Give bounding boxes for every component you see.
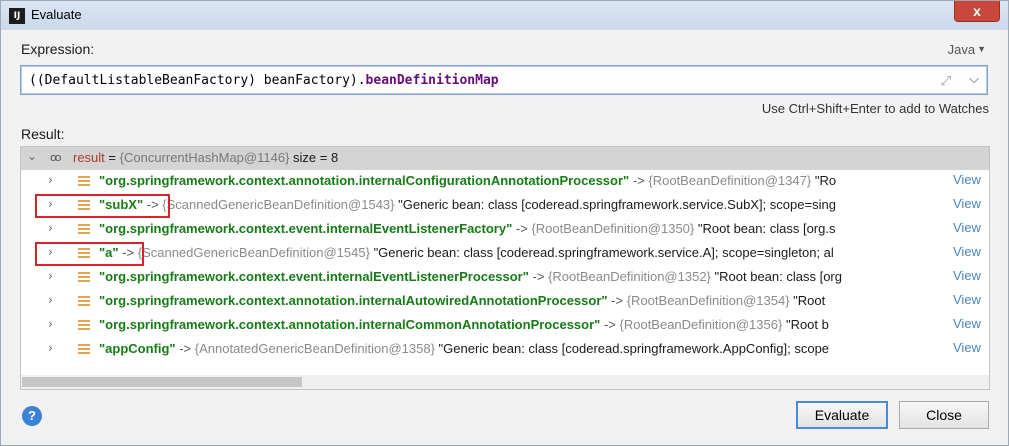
entry-key: "org.springframework.context.event.inter… [99,269,529,284]
view-link[interactable]: View [949,292,989,307]
map-entry-icon [78,272,90,283]
expression-label: Expression: [21,41,95,57]
highlight-box-a [35,242,144,266]
entry-key: "org.springframework.context.annotation.… [99,317,601,332]
result-root-text: result = {ConcurrentHashMap@1146} size =… [73,150,338,165]
view-link[interactable]: View [949,220,989,235]
title-bar[interactable]: IJ Evaluate x [1,1,1008,30]
entry-ref: {RootBeanDefinition@1354} [626,293,790,308]
entry-arrow: -> [603,317,616,332]
map-entry-row[interactable]: › "a" -> {ScannedGenericBeanDefinition@1… [21,242,989,266]
result-name: result [73,150,105,165]
add-to-watches-hint: Use Ctrl+Shift+Enter to add to Watches [761,101,989,116]
window-title: Evaluate [31,7,82,22]
entry-ref: {RootBeanDefinition@1347} [648,173,812,188]
entry-arrow: -> [179,341,192,356]
scrollbar-thumb[interactable] [22,377,302,387]
result-value: {ConcurrentHashMap@1146} [119,150,290,165]
result-tree[interactable]: ⌄ oo result = {ConcurrentHashMap@1146} s… [20,146,990,390]
view-link[interactable]: View [949,316,989,331]
result-eq: = [104,150,120,165]
expand-arrow-icon[interactable]: › [48,221,60,235]
map-entry-row[interactable]: › "appConfig" -> {AnnotatedGenericBeanDe… [21,338,989,362]
view-link[interactable]: View [949,172,989,187]
result-label: Result: [21,126,65,142]
entry-desc: "Generic bean: class [coderead.springfra… [438,341,830,356]
entry-arrow: -> [515,221,528,236]
history-dropdown-icon[interactable]: ⌵ [969,71,979,87]
map-entry-row[interactable]: › "org.springframework.context.event.int… [21,218,989,242]
entry-ref: {ScannedGenericBeanDefinition@1543} [162,197,395,212]
entry-ref: {RootBeanDefinition@1350} [531,221,695,236]
entry-key: "org.springframework.context.annotation.… [99,293,608,308]
highlight-box-subx [35,194,170,218]
close-button[interactable]: Close [899,401,989,429]
expand-arrow-icon[interactable]: › [48,173,60,187]
expression-code-prefix: ((DefaultListableBeanFactory) beanFactor… [29,73,366,88]
expand-arrow-icon[interactable]: › [48,293,60,307]
entry-desc: "Generic bean: class [coderead.springfra… [398,197,836,212]
expression-code-field: beanDefinitionMap [365,73,499,88]
expand-arrow-icon[interactable]: › [48,317,60,331]
expand-arrow-icon[interactable]: › [48,341,60,355]
map-entry-row[interactable]: › "org.springframework.context.event.int… [21,266,989,290]
entry-desc: "Root [793,293,826,308]
result-root-row[interactable]: ⌄ oo result = {ConcurrentHashMap@1146} s… [21,147,989,170]
entry-arrow: -> [632,173,645,188]
expand-icon[interactable]: ⤢ [941,73,951,89]
entry-ref: {ScannedGenericBeanDefinition@1545} [137,245,370,260]
entry-ref: {RootBeanDefinition@1352} [548,269,711,284]
window-close-button[interactable]: x [954,1,1000,22]
map-entry-icon [78,224,90,235]
collapse-arrow-icon[interactable]: ⌄ [27,149,39,163]
entry-key: "org.springframework.context.annotation.… [99,173,630,188]
map-entry-row[interactable]: › "org.springframework.context.annotatio… [21,290,989,314]
evaluate-dialog: IJ Evaluate x Expression: Java ▼ ((Defaul… [0,0,1009,446]
language-label: Java [947,42,976,57]
entry-key: "appConfig" [99,341,176,356]
map-entry-icon [78,296,90,307]
entry-desc: "Root bean: class [org.s [697,221,836,236]
entry-arrow: -> [611,293,624,308]
entry-desc: "Generic bean: class [coderead.springfra… [373,245,834,260]
entry-ref: {RootBeanDefinition@1356} [619,317,783,332]
help-button[interactable]: ? [22,406,42,426]
expression-code[interactable]: ((DefaultListableBeanFactory) beanFactor… [29,73,499,88]
result-size: size = 8 [293,150,339,165]
map-entry-row[interactable]: › "org.springframework.context.annotatio… [21,170,989,194]
chevron-down-icon: ▼ [977,44,986,54]
intellij-app-icon: IJ [9,8,25,24]
horizontal-scrollbar[interactable] [21,375,989,389]
view-link[interactable]: View [949,340,989,355]
entry-desc: "Root bean: class [org [714,269,842,284]
expression-input[interactable]: ((DefaultListableBeanFactory) beanFactor… [20,65,988,95]
view-link[interactable]: View [949,268,989,283]
dialog-content: Expression: Java ▼ ((DefaultListableBeanF… [8,30,1001,440]
map-entry-icon [78,344,90,355]
map-entry-row[interactable]: › "org.springframework.context.annotatio… [21,314,989,338]
entry-desc: "Ro [814,173,837,188]
map-entry-icon [78,320,90,331]
evaluate-button[interactable]: Evaluate [796,401,888,429]
entry-arrow: -> [532,269,545,284]
view-link[interactable]: View [949,244,989,259]
entry-desc: "Root b [785,317,829,332]
view-link[interactable]: View [949,196,989,211]
map-entry-icon [78,176,90,187]
entry-ref: {AnnotatedGenericBeanDefinition@1358} [194,341,435,356]
entry-key: "org.springframework.context.event.inter… [99,221,513,236]
expand-arrow-icon[interactable]: › [48,269,60,283]
language-selector[interactable]: Java ▼ [948,42,986,57]
watch-glasses-icon: oo [50,151,62,164]
